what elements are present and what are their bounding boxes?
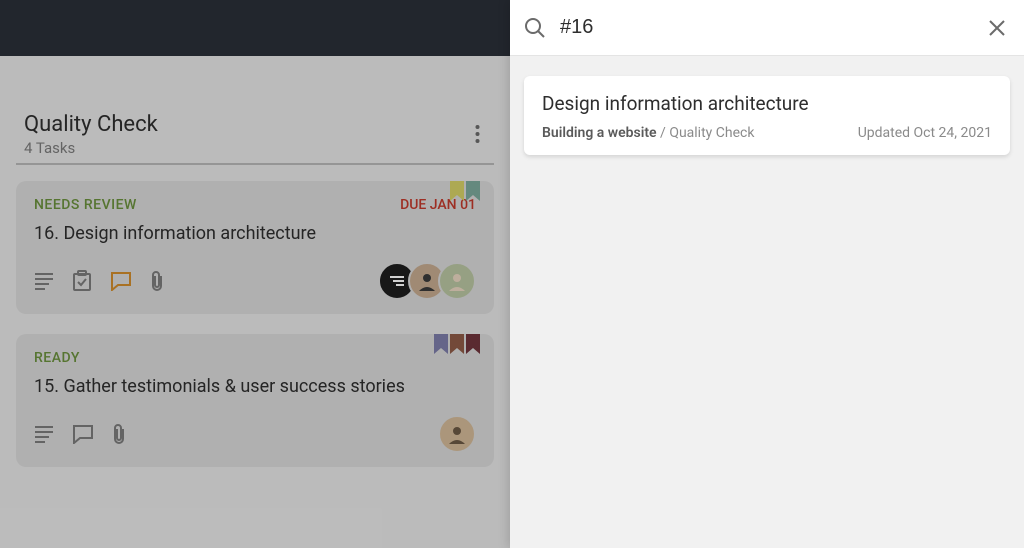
- assignee-avatars: [386, 262, 476, 300]
- search-panel: Design information architecture Building…: [510, 0, 1024, 548]
- column-header: Quality Check 4 Tasks: [16, 112, 494, 165]
- attachment-icon: [112, 423, 126, 445]
- description-icon: [34, 272, 54, 290]
- task-title: 16. Design information architecture: [34, 223, 476, 244]
- status-badge: READY: [34, 350, 80, 366]
- result-path: Building a website / Quality Check: [542, 125, 754, 141]
- search-result-item[interactable]: Design information architecture Building…: [524, 76, 1010, 155]
- task-card[interactable]: READY 15. Gather testimonials & user suc…: [16, 334, 494, 467]
- search-results: Design information architecture Building…: [510, 56, 1024, 175]
- search-input[interactable]: [560, 16, 984, 39]
- bookmark-icon: [466, 334, 480, 354]
- checklist-icon: [72, 270, 92, 292]
- column-menu-button[interactable]: [467, 120, 488, 148]
- comment-icon: [110, 271, 132, 291]
- close-icon: [988, 19, 1006, 37]
- search-icon: [524, 17, 546, 39]
- bookmarks: [434, 334, 480, 354]
- bookmark-icon: [434, 334, 448, 354]
- bookmark-icon: [450, 334, 464, 354]
- bookmark-icon: [466, 181, 480, 201]
- bookmarks: [450, 181, 480, 201]
- status-badge: NEEDS REVIEW: [34, 197, 137, 213]
- result-updated: Updated Oct 24, 2021: [858, 125, 992, 141]
- attachment-icon: [150, 270, 164, 292]
- result-title: Design information architecture: [542, 92, 992, 115]
- more-vert-icon: [475, 124, 480, 144]
- avatar[interactable]: [438, 415, 476, 453]
- description-icon: [34, 425, 54, 443]
- board-column: Quality Check 4 Tasks NEEDS REVIEW DUE J…: [0, 56, 510, 467]
- bookmark-icon: [450, 181, 464, 201]
- search-bar: [510, 0, 1024, 56]
- column-task-count: 4 Tasks: [24, 139, 486, 157]
- task-title: 15. Gather testimonials & user success s…: [34, 376, 476, 397]
- assignee-avatars: [446, 415, 476, 453]
- comment-icon: [72, 424, 94, 444]
- column-title: Quality Check: [24, 112, 486, 137]
- avatar[interactable]: [438, 262, 476, 300]
- task-card[interactable]: NEEDS REVIEW DUE JAN 01 16. Design infor…: [16, 181, 494, 314]
- close-button[interactable]: [984, 15, 1010, 41]
